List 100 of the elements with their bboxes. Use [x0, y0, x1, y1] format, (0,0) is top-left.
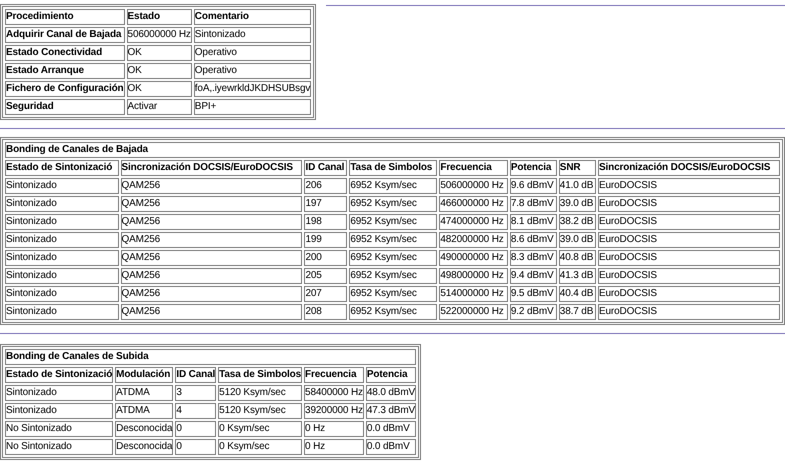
table-cell: 6952 Ksym/sec — [349, 196, 438, 212]
table-cell: 198 — [304, 214, 348, 230]
column-header: ID Canal — [304, 160, 348, 176]
table-cell: 466000000 Hz — [439, 196, 508, 212]
column-header: Procedimiento — [5, 9, 125, 25]
table-cell: 205 — [304, 268, 348, 284]
table-cell: Operativo — [194, 45, 312, 61]
table-cell: QAM256 — [120, 250, 302, 266]
column-header: Sincronización DOCSIS/EuroDOCSIS — [598, 160, 780, 176]
table-cell: 490000000 Hz — [439, 250, 508, 266]
table-cell: 41.0 dB — [558, 178, 596, 194]
table-cell: Desconocida — [115, 421, 174, 437]
table-cell: 7.8 dBmV — [510, 196, 557, 212]
table-cell: 41.3 dB — [558, 268, 596, 284]
table-cell: 0 Hz — [304, 439, 364, 455]
column-header: ID Canal — [175, 367, 216, 383]
table-cell: OK — [126, 81, 192, 97]
column-header: Potencia — [510, 160, 557, 176]
table-cell: EuroDOCSIS — [598, 250, 780, 266]
table-cell: 9.4 dBmV — [510, 268, 557, 284]
table-cell: foA,.iyewrkldJKDHSUBsgv — [194, 81, 312, 97]
table-cell: 482000000 Hz — [439, 232, 508, 248]
table-cell: 6952 Ksym/sec — [349, 250, 438, 266]
table-cell: 506000000 Hz — [439, 178, 508, 194]
column-header: Frecuencia — [439, 160, 508, 176]
table-cell: Activar — [126, 99, 192, 115]
column-header: Sincronización DOCSIS/EuroDOCSIS — [120, 160, 302, 176]
table-cell: Sintonizado — [5, 403, 114, 419]
table-cell: 506000000 Hz — [126, 27, 192, 43]
table-cell: Estado Arranque — [5, 63, 125, 79]
table-cell: No Sintonizado — [5, 421, 114, 437]
table-cell: 9.6 dBmV — [510, 178, 557, 194]
column-header: Frecuencia — [304, 367, 364, 383]
table-cell: ATDMA — [115, 403, 174, 419]
table-cell: 39.0 dB — [558, 232, 596, 248]
table-cell: Sintonizado — [194, 27, 312, 43]
table-cell: Estado Conectividad — [5, 45, 125, 61]
table-cell: 0.0 dBmV — [366, 421, 416, 437]
column-header: SNR — [558, 160, 596, 176]
table-cell: 514000000 Hz — [439, 286, 508, 302]
table-cell: 8.6 dBmV — [510, 232, 557, 248]
table-cell: Fichero de Configuración — [5, 81, 125, 97]
table-cell: 38.7 dB — [558, 304, 596, 320]
table-cell: QAM256 — [120, 214, 302, 230]
table-cell: 200 — [304, 250, 348, 266]
table-cell: OK — [126, 63, 192, 79]
table-cell: 207 — [304, 286, 348, 302]
table-cell: 47.3 dBmV — [366, 403, 416, 419]
table-cell: 0.0 dBmV — [366, 439, 416, 455]
table-cell: QAM256 — [120, 286, 302, 302]
table-cell: BPI+ — [194, 99, 312, 115]
table-cell: EuroDOCSIS — [598, 214, 780, 230]
table-cell: 9.2 dBmV — [510, 304, 557, 320]
column-header: Estado de Sintonizació — [5, 367, 114, 383]
table-cell: 58400000 Hz — [304, 385, 364, 401]
table-cell: Sintonizado — [5, 385, 114, 401]
table-cell: QAM256 — [120, 178, 302, 194]
table-cell: 5120 Ksym/sec — [218, 403, 302, 419]
table-cell: 498000000 Hz — [439, 268, 508, 284]
table-cell: 8.3 dBmV — [510, 250, 557, 266]
table-cell: 6952 Ksym/sec — [349, 304, 438, 320]
table-cell: Seguridad — [5, 99, 125, 115]
table-cell: 48.0 dBmV — [366, 385, 416, 401]
table-cell: 0 — [175, 421, 216, 437]
table-cell: 4 — [175, 403, 216, 419]
table-cell: Sintonizado — [5, 178, 119, 194]
column-header: Estado — [126, 9, 192, 25]
column-header: Modulación — [115, 367, 174, 383]
table-cell: 9.5 dBmV — [510, 286, 557, 302]
table-cell: 197 — [304, 196, 348, 212]
table-cell: 0 Hz — [304, 421, 364, 437]
table-cell: 6952 Ksym/sec — [349, 214, 438, 230]
table-cell: Operativo — [194, 63, 312, 79]
table-cell: QAM256 — [120, 196, 302, 212]
table-cell: 474000000 Hz — [439, 214, 508, 230]
table-cell: ATDMA — [115, 385, 174, 401]
table-cell: Sintonizado — [5, 214, 119, 230]
table-cell: EuroDOCSIS — [598, 178, 780, 194]
table-cell: 6952 Ksym/sec — [349, 232, 438, 248]
table-cell: 6952 Ksym/sec — [349, 286, 438, 302]
table-cell: Sintonizado — [5, 232, 119, 248]
table-cell: 5120 Ksym/sec — [218, 385, 302, 401]
table-cell: Sintonizado — [5, 304, 119, 320]
table-cell: 38.2 dB — [558, 214, 596, 230]
table-cell: Desconocida — [115, 439, 174, 455]
table-cell: QAM256 — [120, 268, 302, 284]
table-cell: 522000000 Hz — [439, 304, 508, 320]
column-header: Estado de Sintonizació — [5, 160, 119, 176]
table-cell: 6952 Ksym/sec — [349, 268, 438, 284]
table-cell: 3 — [175, 385, 216, 401]
column-header: Comentario — [194, 9, 312, 25]
table-cell: Adquirir Canal de Bajada — [5, 27, 125, 43]
table-cell: Sintonizado — [5, 250, 119, 266]
table-cell: 40.4 dB — [558, 286, 596, 302]
table-cell: 39200000 Hz — [304, 403, 364, 419]
table-cell: 40.8 dB — [558, 250, 596, 266]
column-header: Potencia — [366, 367, 416, 383]
table-cell: 6952 Ksym/sec — [349, 178, 438, 194]
table-cell: 0 — [175, 439, 216, 455]
table-cell: 199 — [304, 232, 348, 248]
